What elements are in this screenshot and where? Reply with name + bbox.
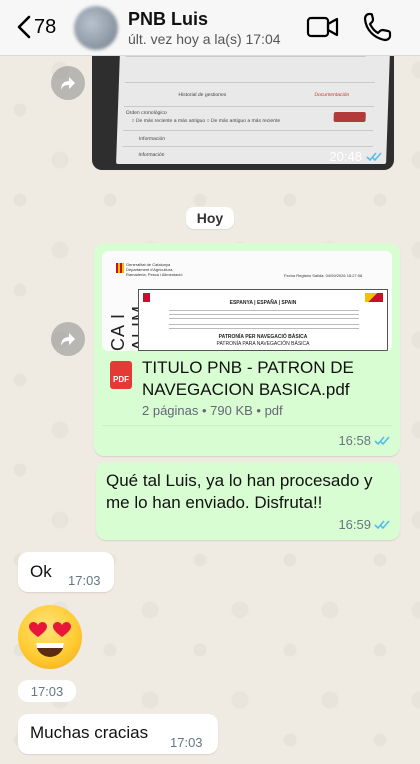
document-message[interactable]: Generalitat de Catalunya Departament d'Ag… bbox=[94, 243, 400, 456]
forward-arrow-icon bbox=[61, 77, 75, 90]
pdf-file-icon: PDF bbox=[110, 361, 132, 389]
read-receipt-icon bbox=[374, 520, 390, 530]
contact-name[interactable]: PNB Luis bbox=[128, 9, 208, 30]
message-time: 16:58 bbox=[338, 433, 390, 448]
message-time: 17:03 bbox=[68, 573, 101, 588]
image-message[interactable]: Historial de gestiones Documentación Ord… bbox=[92, 46, 394, 170]
avatar[interactable] bbox=[74, 6, 118, 50]
message-text: Ok bbox=[30, 562, 52, 581]
back-button[interactable]: 78 bbox=[16, 11, 56, 43]
heart-icon bbox=[53, 622, 71, 637]
read-receipt-icon bbox=[374, 436, 390, 446]
incoming-message[interactable]: Muchas cracias 17:03 bbox=[18, 714, 218, 754]
image-thumbnail: Historial de gestiones Documentación Ord… bbox=[116, 52, 390, 164]
heart-icon bbox=[29, 622, 47, 637]
incoming-message[interactable]: Ok 17:03 bbox=[18, 552, 114, 592]
last-seen-status: últ. vez hoy a la(s) 17:04 bbox=[128, 31, 281, 47]
video-call-icon[interactable] bbox=[306, 12, 340, 42]
document-meta: 2 páginas • 790 KB • pdf bbox=[142, 403, 283, 418]
forward-arrow-icon bbox=[61, 333, 75, 346]
message-text: Muchas cracias bbox=[30, 723, 149, 742]
phone-call-icon[interactable] bbox=[362, 11, 392, 43]
date-separator: Hoy bbox=[186, 207, 234, 229]
heart-eyes-emoji[interactable] bbox=[18, 605, 82, 669]
forward-button[interactable] bbox=[51, 66, 85, 100]
document-filename: TITULO PNB - PATRON DE NAVEGACION BASICA… bbox=[142, 358, 354, 399]
message-time: 17:03 bbox=[170, 735, 203, 750]
message-time: 20:48 bbox=[329, 149, 382, 164]
read-receipt-icon bbox=[366, 152, 382, 162]
document-preview: Generalitat de Catalunya Departament d'Ag… bbox=[102, 251, 392, 351]
forward-button[interactable] bbox=[51, 322, 85, 356]
message-time: 16:59 bbox=[338, 517, 390, 532]
unread-count: 78 bbox=[34, 15, 57, 38]
message-time: 17:03 bbox=[18, 680, 76, 702]
chat-header: 78 PNB Luis últ. vez hoy a la(s) 17:04 bbox=[0, 0, 420, 56]
chevron-left-icon bbox=[17, 15, 31, 39]
outgoing-message[interactable]: Qué tal Luis, ya lo han procesado y me l… bbox=[96, 462, 400, 540]
message-text: Qué tal Luis, ya lo han procesado y me l… bbox=[106, 471, 373, 512]
